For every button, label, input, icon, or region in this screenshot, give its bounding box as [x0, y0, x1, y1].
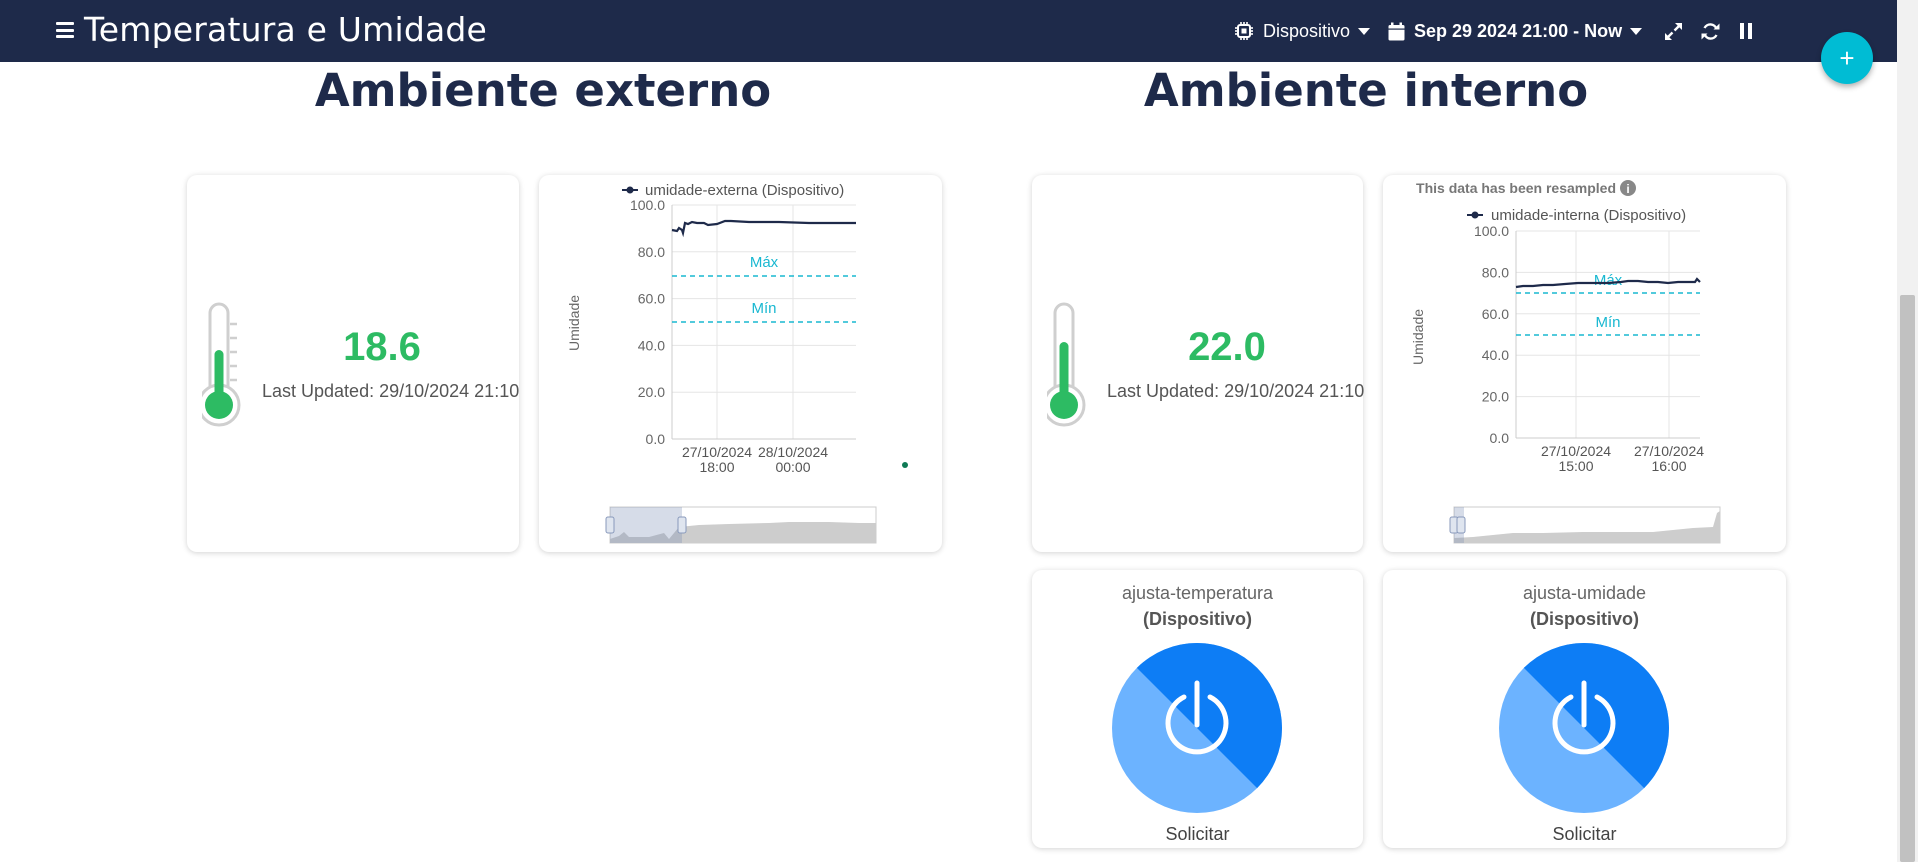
temperature-value: 18.6: [343, 325, 421, 369]
chip-icon: [1235, 22, 1253, 40]
legend-dot: [626, 186, 634, 194]
expand-icon: [1665, 22, 1682, 40]
chevron-down-icon: [1358, 27, 1371, 35]
pause-icon: [1740, 23, 1752, 39]
device-label: Dispositivo: [1263, 20, 1351, 41]
navigator-right-handle[interactable]: [677, 516, 687, 534]
chart-legend[interactable]: umidade-externa (Dispositivo): [645, 182, 844, 199]
y-tick-label: 20.0: [638, 384, 665, 400]
x-tick-label: 27/10/2024: [1541, 443, 1611, 459]
humidity-chart: This data has been resampled i umidade-i…: [1410, 180, 1721, 544]
adjust-humidity-card: ajusta-umidade (Dispositivo) Solicitar: [1383, 570, 1786, 848]
thermometer-icon: [202, 302, 241, 427]
min-threshold-label: Mín: [751, 300, 776, 317]
chevron-down-icon: [1630, 27, 1643, 35]
info-icon[interactable]: i: [1620, 180, 1636, 196]
request-button-label[interactable]: Solicitar: [1383, 824, 1786, 845]
svg-text:i: i: [1626, 182, 1629, 196]
temperature-value: 22.0: [1188, 325, 1266, 369]
resample-notice: This data has been resampled: [1416, 180, 1616, 196]
y-tick-label: 60.0: [638, 291, 665, 307]
page-title: Temperatura e Umidade: [84, 10, 488, 49]
internal-humidity-chart-card: This data has been resampled i umidade-i…: [1383, 175, 1786, 552]
y-tick-label: 40.0: [638, 337, 665, 353]
y-tick-label: 60.0: [1482, 306, 1509, 322]
y-tick-label: 100.0: [1474, 223, 1509, 239]
navigator-left-handle[interactable]: [605, 516, 615, 534]
y-tick-label: 0.0: [646, 431, 666, 447]
x-tick-label: 16:00: [1651, 458, 1686, 474]
power-icon: [1112, 643, 1282, 813]
y-tick-label: 80.0: [638, 244, 665, 260]
time-range-label: Sep 29 2024 21:00 - Now: [1414, 20, 1623, 41]
internal-section-title: Ambiente interno: [1143, 64, 1589, 117]
max-threshold-label: Máx: [1594, 272, 1623, 289]
refresh-icon: [1701, 22, 1720, 40]
control-device: (Dispositivo): [1142, 609, 1252, 629]
x-tick-label: 27/10/2024: [682, 444, 752, 460]
y-tick-label: 40.0: [1482, 347, 1509, 363]
x-tick-label: 15:00: [1558, 458, 1593, 474]
top-bar: Temperatura e Umidade Dispositivo Sep 29…: [0, 0, 1897, 62]
menu-icon[interactable]: [56, 22, 74, 38]
device-selector[interactable]: Dispositivo: [1234, 0, 1371, 62]
data-point-marker: [902, 462, 908, 468]
y-tick-label: 20.0: [1482, 389, 1509, 405]
legend-dot: [1471, 211, 1479, 219]
request-button-label[interactable]: Solicitar: [1032, 824, 1363, 845]
last-updated: Last Updated: 29/10/2024 21:10: [262, 381, 520, 401]
refresh-button[interactable]: [1701, 0, 1720, 62]
last-updated: Last Updated: 29/10/2024 21:10: [1107, 381, 1365, 401]
chart-legend[interactable]: umidade-interna (Dispositivo): [1491, 207, 1686, 224]
navigator-right-handle[interactable]: [1456, 516, 1466, 534]
fullscreen-button[interactable]: [1664, 0, 1683, 62]
adjust-temperature-card: ajusta-temperatura (Dispositivo) Solicit…: [1032, 570, 1363, 848]
x-tick-label: 28/10/2024: [758, 444, 828, 460]
x-tick-label: 27/10/2024: [1634, 443, 1704, 459]
y-axis-label: Umidade: [566, 295, 582, 351]
time-range-selector[interactable]: Sep 29 2024 21:00 - Now: [1388, 0, 1643, 62]
external-temperature-card: 18.6 Last Updated: 29/10/2024 21:10: [187, 175, 519, 552]
max-threshold-label: Máx: [750, 254, 779, 271]
internal-temperature-card: 22.0 Last Updated: 29/10/2024 21:10: [1032, 175, 1365, 552]
power-button[interactable]: [1499, 643, 1669, 813]
x-tick-label: 18:00: [699, 459, 734, 475]
calendar-icon: [1388, 22, 1405, 40]
x-tick-label: 00:00: [775, 459, 810, 475]
pause-button[interactable]: [1740, 0, 1752, 62]
navigator-selection[interactable]: [610, 507, 682, 543]
y-tick-label: 0.0: [1490, 430, 1510, 446]
scrollbar-thumb[interactable]: [1900, 295, 1915, 862]
y-axis-label: Umidade: [1410, 309, 1426, 365]
humidity-chart: umidade-externa (Dispositivo) Umidade 10…: [566, 182, 908, 544]
add-widget-button[interactable]: +: [1821, 32, 1873, 84]
min-threshold-label: Mín: [1595, 314, 1620, 331]
y-tick-label: 100.0: [630, 197, 665, 213]
y-tick-label: 80.0: [1482, 264, 1509, 280]
thermometer-icon: [1047, 302, 1086, 427]
external-section-title: Ambiente externo: [314, 64, 772, 117]
external-humidity-chart-card: umidade-externa (Dispositivo) Umidade 10…: [539, 175, 942, 552]
control-title: ajusta-temperatura: [1121, 583, 1274, 603]
power-button[interactable]: [1112, 643, 1282, 813]
control-device: (Dispositivo): [1529, 609, 1639, 629]
series-line: [671, 219, 856, 238]
control-title: ajusta-umidade: [1522, 583, 1647, 603]
power-icon: [1499, 643, 1669, 813]
